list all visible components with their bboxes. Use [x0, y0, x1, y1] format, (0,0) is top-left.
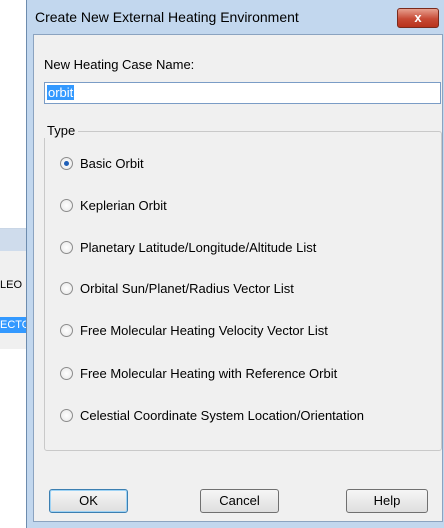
case-name-label: New Heating Case Name:: [44, 57, 195, 72]
radio-label: Free Molecular Heating Velocity Vector L…: [80, 322, 328, 338]
radio-button[interactable]: [60, 281, 73, 295]
case-name-value: orbit: [47, 85, 75, 100]
close-button[interactable]: x: [397, 8, 439, 28]
radio-fm-heating-reference-orbit[interactable]: Free Molecular Heating with Reference Or…: [60, 364, 337, 382]
radio-label: Planetary Latitude/Longitude/Altitude Li…: [80, 239, 317, 255]
radio-button-checked[interactable]: [60, 156, 73, 170]
radio-label: Free Molecular Heating with Reference Or…: [80, 365, 338, 381]
radio-keplerian-orbit[interactable]: Keplerian Orbit: [60, 196, 167, 214]
radio-label: Basic Orbit: [80, 155, 144, 171]
radio-basic-orbit[interactable]: Basic Orbit: [60, 154, 144, 172]
type-group-label: Type: [44, 123, 79, 138]
radio-planetary-lat-long-alt-list[interactable]: Planetary Latitude/Longitude/Altitude Li…: [60, 238, 316, 256]
case-name-input[interactable]: orbit: [44, 82, 441, 104]
radio-button[interactable]: [60, 323, 73, 337]
radio-button[interactable]: [60, 366, 73, 380]
dialog-title: Create New External Heating Environment: [35, 9, 299, 25]
close-icon: x: [414, 10, 422, 25]
radio-orbital-sun-planet-radius-vector-list[interactable]: Orbital Sun/Planet/Radius Vector List: [60, 279, 294, 297]
radio-button[interactable]: [60, 240, 73, 254]
radio-label: Orbital Sun/Planet/Radius Vector List: [80, 280, 294, 296]
ok-button[interactable]: OK: [49, 489, 128, 513]
radio-label: Celestial Coordinate System Location/Ori…: [80, 407, 364, 423]
radio-celestial-coordinate-system[interactable]: Celestial Coordinate System Location/Ori…: [60, 406, 364, 424]
radio-button[interactable]: [60, 198, 73, 212]
create-heating-environment-dialog: Create New External Heating Environment …: [26, 0, 444, 528]
dialog-titlebar[interactable]: Create New External Heating Environment …: [27, 0, 444, 34]
dialog-client-area: New Heating Case Name: orbit Type Basic …: [33, 34, 443, 522]
radio-label: Keplerian Orbit: [80, 197, 167, 213]
help-button[interactable]: Help: [346, 489, 428, 513]
radio-button[interactable]: [60, 408, 73, 422]
radio-fm-heating-velocity-vector-list[interactable]: Free Molecular Heating Velocity Vector L…: [60, 321, 328, 339]
cancel-button[interactable]: Cancel: [200, 489, 279, 513]
